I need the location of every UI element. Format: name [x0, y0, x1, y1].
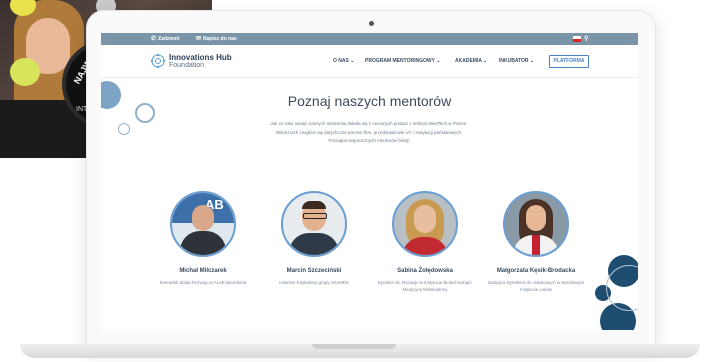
- menu-akademia[interactable]: AKADEMIA ⌄: [455, 58, 487, 64]
- mail-icon: ✉: [196, 36, 202, 42]
- balloon-green: [10, 58, 40, 86]
- call-label: Zadzwoń: [158, 36, 180, 42]
- menu-program-mentoringowy[interactable]: PROGRAM MENTORINGOWY ⌄: [365, 58, 440, 64]
- mentor-role: Kierownik działu Rozwoju w ALAB laborato…: [159, 280, 247, 285]
- intro-text: Jak co roku nasięć naszych mentorów skła…: [270, 121, 468, 143]
- mentor-card[interactable]: Małgorzata Kęsik-Brodacka Zastępca Dyrek…: [486, 191, 586, 293]
- decor-circle-ring-small: [118, 123, 130, 135]
- mentor-card[interactable]: Marcin Szczeciński Inwestor Kapitałowy g…: [264, 191, 364, 286]
- camera-icon: [369, 21, 374, 26]
- logo-title[interactable]: Innovations Hub: [169, 53, 232, 62]
- search-icon[interactable]: ⚲: [584, 35, 588, 42]
- write-link[interactable]: ✉ Napisz do nas: [196, 36, 237, 42]
- logo-icon[interactable]: [151, 54, 165, 68]
- flag-pl-icon[interactable]: [573, 36, 581, 42]
- main-navigation: Innovations Hub Foundation O NAS ⌄ PROGR…: [101, 45, 638, 78]
- mentor-name[interactable]: Małgorzata Kęsik-Brodacka: [486, 267, 586, 276]
- avatar[interactable]: [392, 191, 458, 257]
- write-label: Napisz do nas: [203, 36, 237, 42]
- mentor-name[interactable]: Marcin Szczeciński: [264, 267, 364, 276]
- phone-icon: ✆: [151, 36, 157, 42]
- page-title: Poznaj naszych mentorów: [287, 93, 452, 109]
- mentor-role: Inwestor Kapitałowy grupy ADAMED: [279, 280, 349, 285]
- menu-inkubator[interactable]: INKUBATOR ⌄: [499, 58, 534, 64]
- mentor-name[interactable]: Sabina Żołędowska: [375, 267, 475, 276]
- mentor-role: Zastępca Dyrektora ds. Naukowych w Narod…: [487, 280, 585, 292]
- menu-o-nas[interactable]: O NAS ⌄: [333, 58, 354, 64]
- mentor-name[interactable]: Michał Milczarek: [153, 267, 253, 276]
- website-screen: ✆ Zadzwoń ✉ Napisz do nas ⚲ Innovations …: [101, 33, 638, 330]
- avatar[interactable]: [281, 191, 347, 257]
- mentor-role: Dyrektor ds. Rozwoju w Instytucie Biotec…: [377, 280, 473, 292]
- platform-button[interactable]: PLATFORMA: [549, 55, 589, 68]
- logo-subtitle[interactable]: Foundation: [169, 62, 204, 69]
- mentor-card[interactable]: Sabina Żołędowska Dyrektor ds. Rozwoju w…: [375, 191, 475, 293]
- mentor-card[interactable]: AB Michał Milczarek Kierownik działu Roz…: [153, 191, 253, 286]
- avatar[interactable]: AB: [170, 191, 236, 257]
- laptop-notch: [312, 344, 396, 349]
- call-link[interactable]: ✆ Zadzwoń: [151, 36, 179, 42]
- avatar[interactable]: [503, 191, 569, 257]
- top-contact-bar: ✆ Zadzwoń ✉ Napisz do nas ⚲: [101, 33, 638, 45]
